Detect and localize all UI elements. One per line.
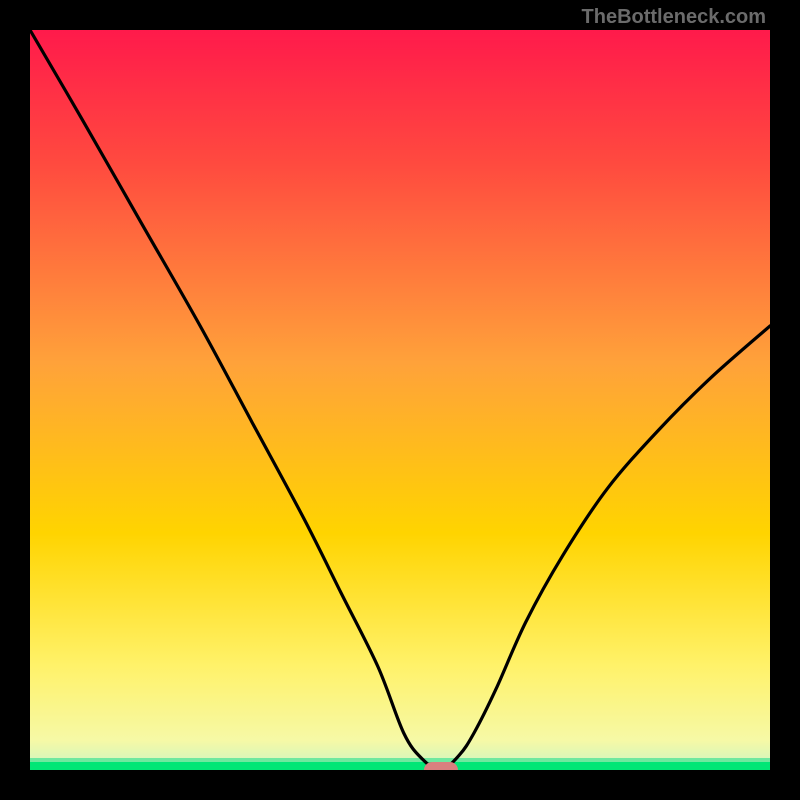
bottleneck-chart: TheBottleneck.com xyxy=(0,0,800,800)
bottleneck-curve xyxy=(30,30,770,770)
optimal-point-marker xyxy=(424,762,458,770)
plot-area xyxy=(30,30,770,770)
attribution-text: TheBottleneck.com xyxy=(582,6,766,29)
